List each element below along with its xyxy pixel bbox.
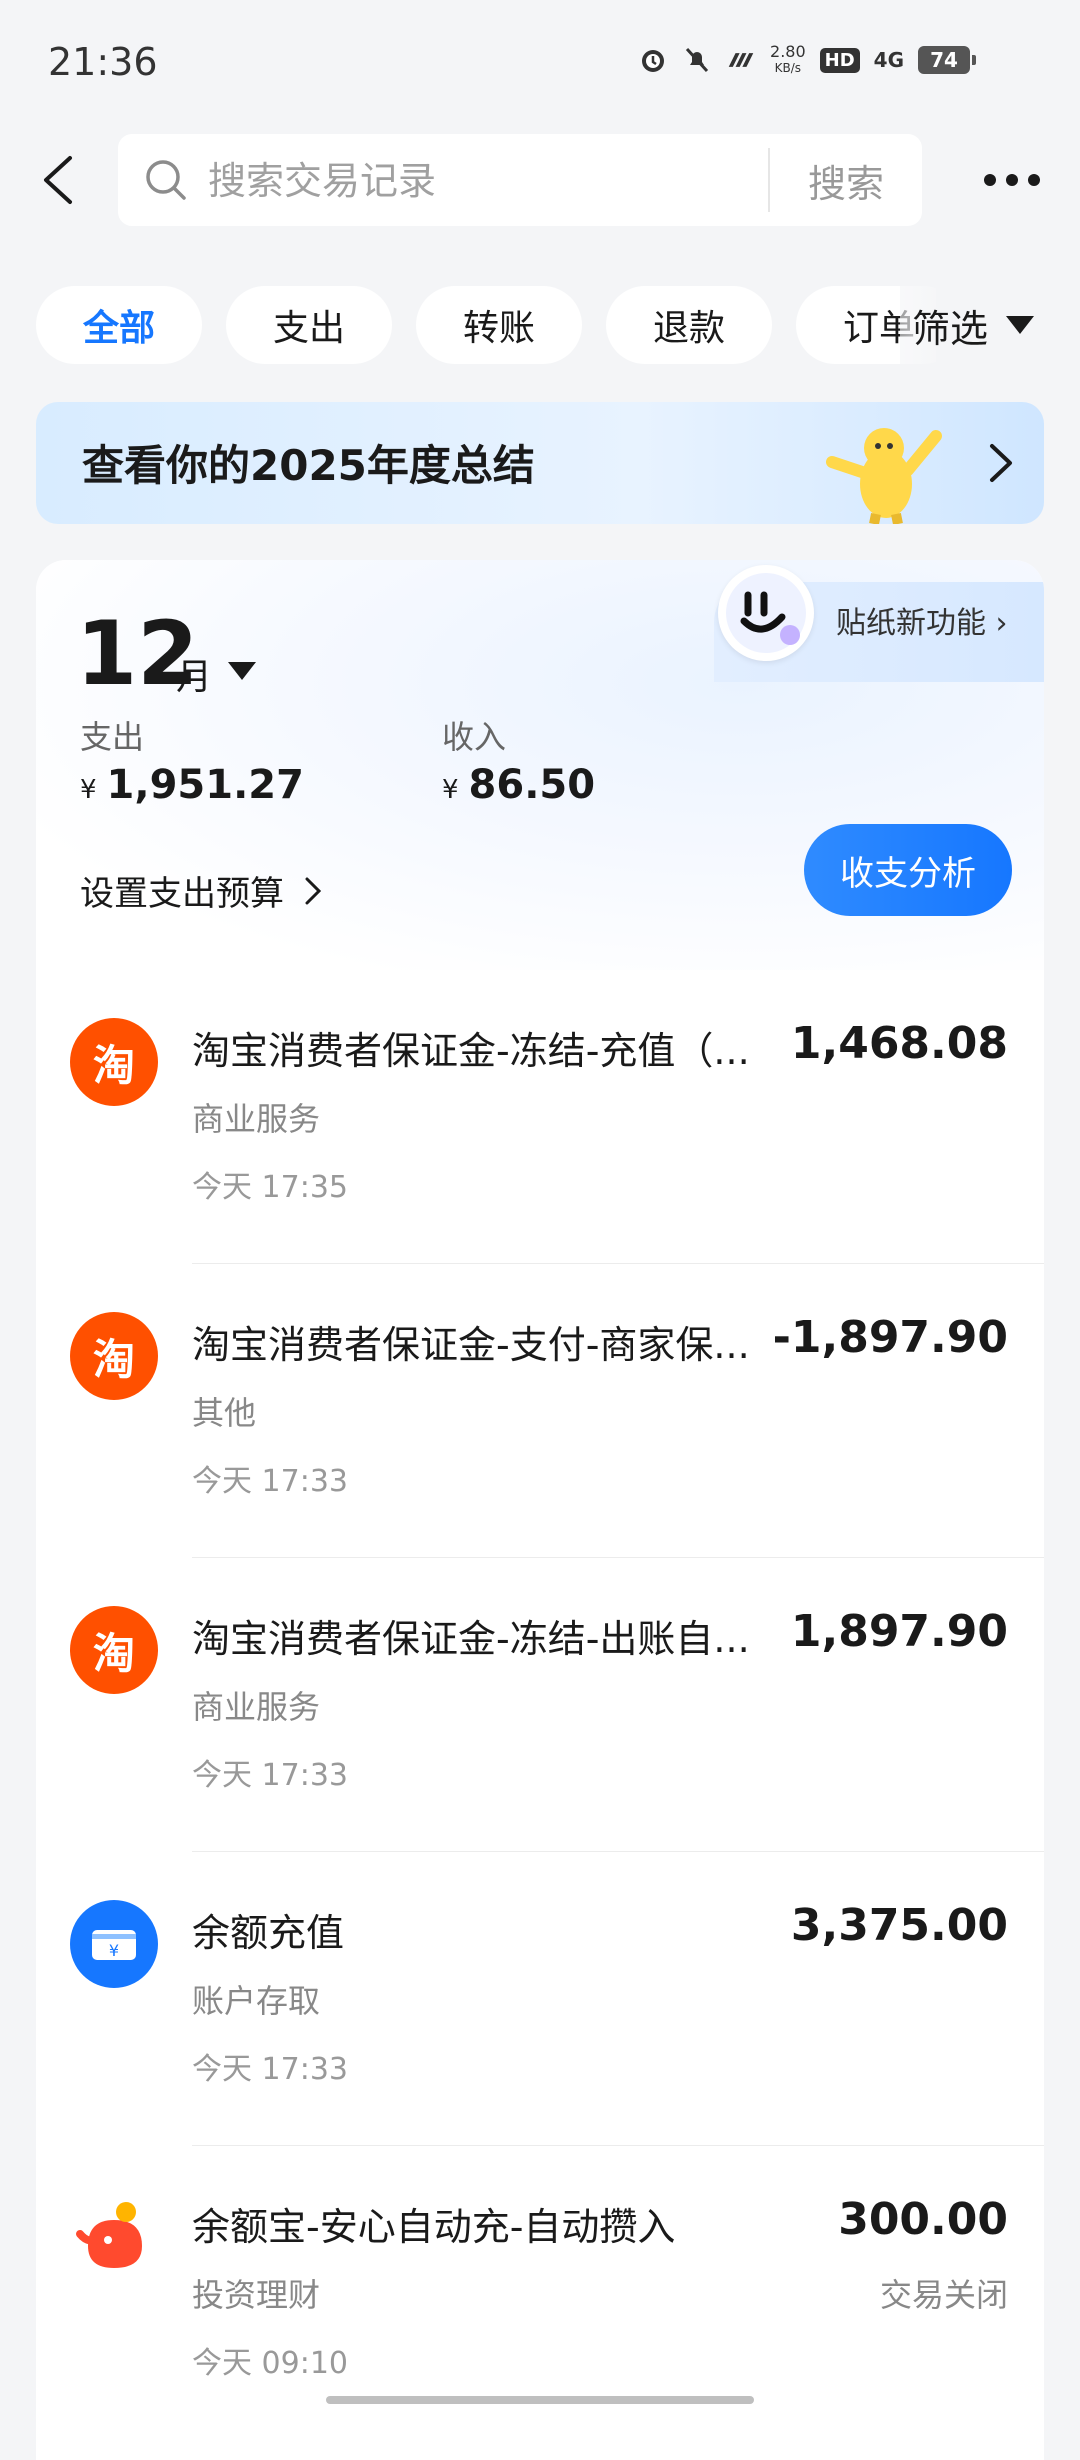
chip-transfer[interactable]: 转账 <box>416 286 582 364</box>
search-button[interactable]: 搜索 <box>770 134 922 226</box>
income-label: 收入 <box>442 718 507 756</box>
set-budget-link[interactable]: 设置支出预算 <box>80 866 324 915</box>
transaction-row[interactable]: 淘 淘宝消费者保证金-冻结-充值（... 商业服务 今天 17:35 1,468… <box>36 970 1044 1264</box>
filter-dropdown-icon <box>1006 316 1035 334</box>
balance-topup-icon: ¥ <box>70 1900 158 1988</box>
transaction-category: 商业服务 <box>192 1688 321 1726</box>
transaction-amount: -1,897.90 <box>772 1312 1008 1363</box>
sticker-face-icon[interactable] <box>718 565 814 661</box>
transaction-time: 今天 09:10 <box>192 2346 348 2381</box>
chip-expense[interactable]: 支出 <box>226 286 392 364</box>
transaction-row[interactable]: ¥ 余额充值 账户存取 今天 17:33 3,375.00 <box>36 1852 1044 2146</box>
month-summary: 贴纸新功能 › 12 月 支出 收入 ¥1,951.27 ¥86.50 设置支出… <box>36 560 1044 970</box>
chip-refund[interactable]: 退款 <box>606 286 772 364</box>
transaction-row[interactable]: 淘 淘宝消费者保证金-冻结-出账自... 商业服务 今天 17:33 1,897… <box>36 1558 1044 1852</box>
search-icon <box>146 160 186 200</box>
alarm-icon <box>638 45 668 75</box>
transaction-category: 商业服务 <box>192 1100 321 1138</box>
chip-all[interactable]: 全部 <box>36 286 202 364</box>
back-button[interactable] <box>30 150 90 210</box>
transaction-category: 投资理财 <box>192 2276 321 2314</box>
status-bar: 21:36 2.80 KB/s HD 4G 74 <box>0 0 1080 120</box>
income-expense-analysis-button[interactable]: 收支分析 <box>804 824 1012 916</box>
transaction-time: 今天 17:35 <box>192 1170 348 1205</box>
search-input[interactable] <box>206 134 770 228</box>
transaction-time: 今天 17:33 <box>192 1464 348 1499</box>
transaction-amount: 1,468.08 <box>790 1018 1008 1069</box>
chevron-right-icon <box>990 444 1012 482</box>
transaction-title: 余额充值 <box>192 1911 345 1955</box>
expense-label: 支出 <box>80 718 145 756</box>
network-type: 4G <box>873 48 904 72</box>
transaction-category: 账户存取 <box>192 1982 321 2020</box>
currency-symbol: ¥ <box>442 775 459 805</box>
transaction-category: 其他 <box>192 1394 257 1432</box>
transactions-card: 贴纸新功能 › 12 月 支出 收入 ¥1,951.27 ¥86.50 设置支出… <box>36 560 1044 2460</box>
taobao-icon: 淘 <box>70 1018 158 1106</box>
month-dropdown-icon[interactable] <box>228 662 256 680</box>
taobao-icon: 淘 <box>70 1606 158 1694</box>
income-amount: 86.50 <box>468 762 596 808</box>
balance-topup-symbol: ¥ <box>109 1941 119 1960</box>
annual-summary-banner[interactable]: 查看你的2025年度总结 <box>36 402 1044 524</box>
month-unit[interactable]: 月 <box>176 648 212 700</box>
filter-label: 筛选 <box>912 306 989 351</box>
transaction-title: 淘宝消费者保证金-支付-商家保... <box>192 1323 750 1367</box>
expense-amount: 1,951.27 <box>106 762 304 808</box>
chevron-right-icon: › <box>995 606 1008 641</box>
filter-button[interactable]: 筛选 <box>900 286 1080 364</box>
more-options-icon[interactable] <box>980 160 1044 200</box>
transaction-title: 淘宝消费者保证金-冻结-充值（... <box>192 1029 750 1073</box>
transaction-row[interactable]: 淘 淘宝消费者保证金-支付-商家保... 其他 今天 17:33 -1,897.… <box>36 1264 1044 1558</box>
transaction-amount: 3,375.00 <box>790 1900 1008 1951</box>
transaction-time: 今天 17:33 <box>192 2052 348 2087</box>
yuebao-icon <box>70 2194 158 2282</box>
transaction-amount: 300.00 <box>838 2194 1008 2245</box>
transaction-time: 今天 17:33 <box>192 1758 348 1793</box>
expense-value: ¥1,951.27 <box>80 762 304 808</box>
chevron-right-icon <box>305 877 322 904</box>
transaction-title: 淘宝消费者保证金-冻结-出账自... <box>192 1617 750 1661</box>
set-budget-label: 设置支出预算 <box>80 874 284 914</box>
hd-badge: HD <box>819 47 860 73</box>
mute-icon <box>682 45 712 75</box>
net-speed: 2.80 KB/s <box>770 42 806 76</box>
clock: 21:36 <box>48 40 158 84</box>
sticker-feature-label: 贴纸新功能 <box>836 606 986 641</box>
filter-chips: 全部 支出 转账 退款 订单 <box>36 286 936 366</box>
battery-icon: 74 <box>918 46 976 74</box>
home-indicator[interactable] <box>326 2396 754 2404</box>
search-box[interactable]: 搜索 <box>118 134 922 228</box>
transaction-title: 余额宝-安心自动充-自动攒入 <box>192 2205 676 2249</box>
banner-title: 查看你的2025年度总结 <box>82 441 535 490</box>
currency-symbol: ¥ <box>80 775 97 805</box>
transaction-status: 交易关闭 <box>879 2276 1008 2314</box>
transaction-amount: 1,897.90 <box>790 1606 1008 1657</box>
status-icons: 2.80 KB/s HD 4G 74 <box>638 42 976 76</box>
taobao-icon: 淘 <box>70 1312 158 1400</box>
mascot-illustration-icon <box>826 428 942 524</box>
income-value: ¥86.50 <box>442 762 595 808</box>
sticker-feature-link[interactable]: 贴纸新功能 › <box>836 598 1008 642</box>
signal-strength-icon <box>726 45 756 75</box>
